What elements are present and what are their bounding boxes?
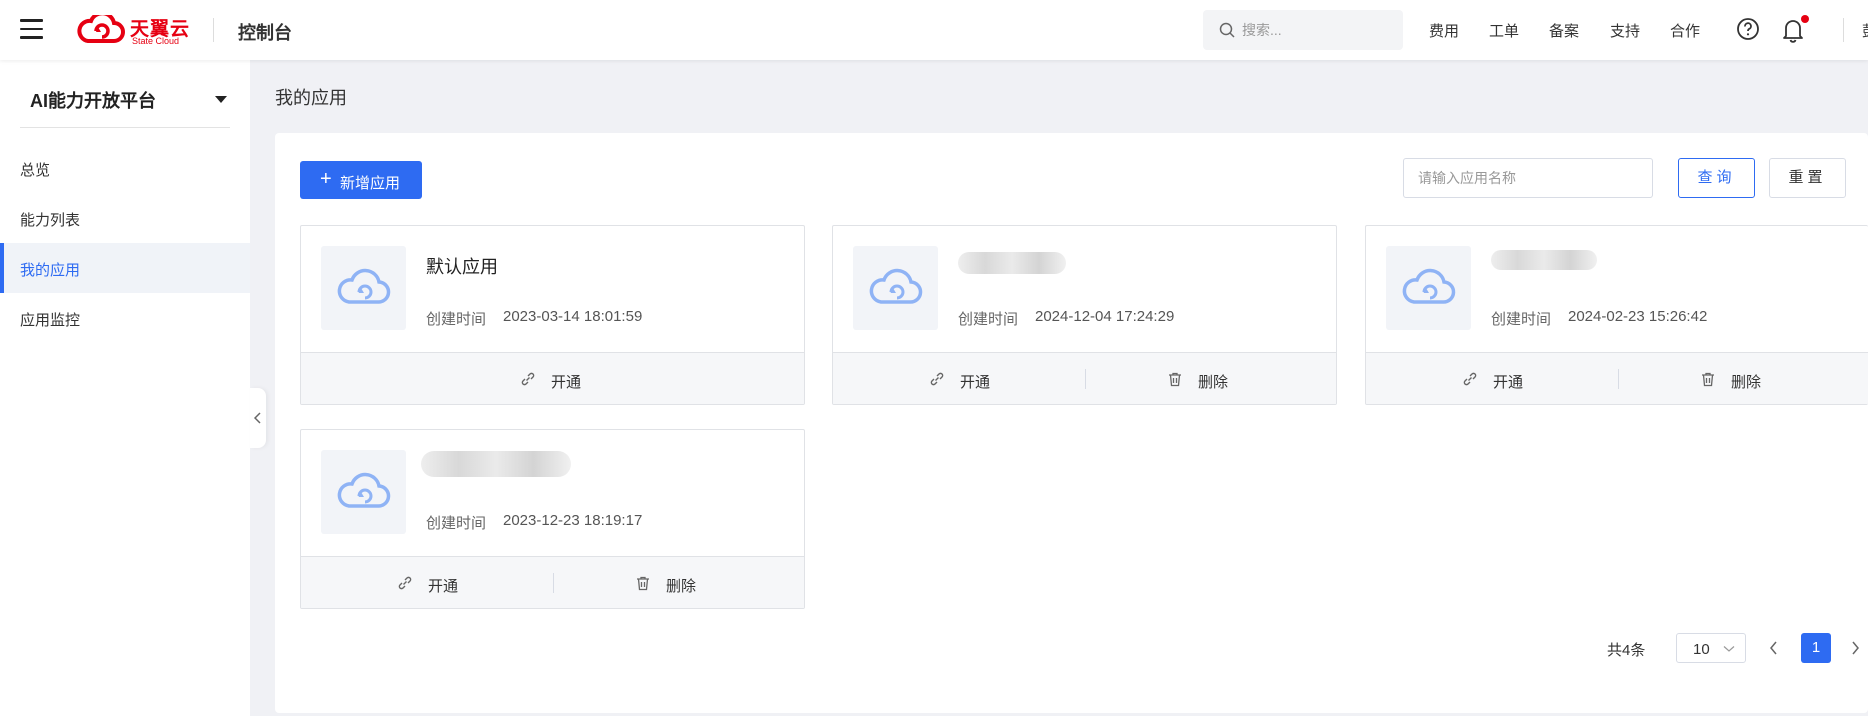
app-name-redacted <box>958 252 1066 274</box>
nav-fees[interactable]: 费用 <box>1429 20 1459 41</box>
delete-button[interactable]: 删除 <box>1619 353 1868 404</box>
caret-down-icon <box>215 96 227 103</box>
search-icon <box>1219 22 1235 38</box>
add-app-button[interactable]: + 新增应用 <box>300 161 422 199</box>
next-page-button[interactable] <box>1849 640 1861 656</box>
created-time: 2024-02-23 15:26:42 <box>1568 308 1708 325</box>
created-time-label: 创建时间 <box>426 515 487 532</box>
chevron-left-icon <box>253 412 261 424</box>
sidebar-item-my-apps[interactable]: 我的应用 <box>0 243 250 293</box>
sidebar-item-capabilities[interactable]: 能力列表 <box>0 193 250 243</box>
trash-icon <box>637 576 649 591</box>
app-thumbnail <box>321 246 406 330</box>
sidebar-collapse-toggle[interactable] <box>250 388 266 448</box>
created-time: 2023-12-23 18:19:17 <box>503 512 643 529</box>
sidebar-item-label: 总览 <box>20 162 51 179</box>
open-button[interactable]: 开通 <box>1366 353 1618 404</box>
open-label: 开通 <box>960 374 991 391</box>
page-size-value: 10 <box>1693 641 1710 658</box>
sidebar-item-monitoring[interactable]: 应用监控 <box>0 293 250 343</box>
created-time: 2023-03-14 18:01:59 <box>503 308 643 325</box>
link-icon <box>521 372 535 386</box>
sidebar-item-overview[interactable]: 总览 <box>0 143 250 193</box>
open-button[interactable]: 开通 <box>301 557 553 608</box>
cloud-refresh-icon <box>337 472 391 508</box>
cloud-refresh-icon <box>337 268 391 304</box>
card-actions: 开通 <box>301 352 804 404</box>
app-card: 创建时间 2023-12-23 18:19:17 开通 删除 <box>300 429 805 609</box>
query-button[interactable]: 查询 <box>1678 158 1755 198</box>
search-input[interactable] <box>1242 20 1392 40</box>
link-icon <box>930 372 944 386</box>
add-app-label: 新增应用 <box>340 175 401 192</box>
app-card: 创建时间 2024-12-04 17:24:29 开通 删除 <box>832 225 1337 405</box>
app-name-redacted <box>1491 250 1597 270</box>
cloud-refresh-icon <box>1402 268 1456 304</box>
open-label: 开通 <box>551 374 582 391</box>
delete-label: 删除 <box>1731 374 1762 391</box>
app-thumbnail <box>321 450 406 534</box>
app-thumbnail <box>853 246 938 330</box>
prev-page-button[interactable] <box>1768 640 1780 656</box>
cloud-logo-icon <box>77 15 125 43</box>
app-card: 创建时间 2024-02-23 15:26:42 开通 删除 <box>1365 225 1868 405</box>
created-time-label: 创建时间 <box>1491 311 1552 328</box>
console-title[interactable]: 控制台 <box>238 19 292 45</box>
app-thumbnail <box>1386 246 1471 330</box>
notification-dot <box>1801 15 1809 23</box>
page-title: 我的应用 <box>275 88 347 108</box>
user-menu[interactable]: 彭 <box>1862 20 1868 41</box>
open-label: 开通 <box>428 578 459 595</box>
logo[interactable]: 天翼云 State Cloud <box>76 12 194 48</box>
trash-icon <box>1169 372 1181 387</box>
plus-icon: + <box>320 168 332 190</box>
app-card: 默认应用 创建时间 2023-03-14 18:01:59 开通 <box>300 225 805 405</box>
content-panel <box>275 133 1868 713</box>
cloud-refresh-icon <box>869 268 923 304</box>
app-name-input[interactable] <box>1403 158 1653 198</box>
card-actions: 开通 删除 <box>833 352 1336 404</box>
header-divider <box>213 18 214 42</box>
global-search[interactable] <box>1203 10 1403 50</box>
header-divider <box>1843 18 1844 42</box>
delete-label: 删除 <box>1198 374 1229 391</box>
open-button[interactable]: 开通 <box>833 353 1085 404</box>
trash-icon <box>1702 372 1714 387</box>
top-header: 天翼云 State Cloud 控制台 费用 工单 备案 支持 合作 彭 <box>0 0 1868 60</box>
logo-subtext: State Cloud <box>132 36 180 46</box>
menu-icon[interactable] <box>20 19 44 41</box>
sidebar-item-label: 我的应用 <box>20 262 81 279</box>
card-actions: 开通 删除 <box>301 556 804 608</box>
delete-button[interactable]: 删除 <box>554 557 804 608</box>
page-number-current[interactable]: 1 <box>1801 633 1831 663</box>
sidebar: AI能力开放平台 总览 能力列表 我的应用 应用监控 <box>0 60 250 716</box>
app-name: 默认应用 <box>426 257 498 277</box>
total-count: 共4条 <box>1607 642 1646 659</box>
open-label: 开通 <box>1493 374 1524 391</box>
created-time-label: 创建时间 <box>426 311 487 328</box>
page-size-select[interactable]: 10 <box>1676 633 1746 663</box>
link-icon <box>1463 372 1477 386</box>
platform-name: AI能力开放平台 <box>30 91 156 111</box>
app-name-redacted <box>421 451 571 477</box>
platform-selector[interactable]: AI能力开放平台 <box>20 60 230 128</box>
reset-button[interactable]: 重置 <box>1769 158 1846 198</box>
chevron-down-icon <box>1723 646 1735 652</box>
created-time: 2024-12-04 17:24:29 <box>1035 308 1175 325</box>
delete-label: 删除 <box>666 578 697 595</box>
created-time-label: 创建时间 <box>958 311 1019 328</box>
open-button[interactable]: 开通 <box>301 353 804 404</box>
sidebar-item-label: 应用监控 <box>20 312 81 329</box>
card-actions: 开通 删除 <box>1366 352 1868 404</box>
delete-button[interactable]: 删除 <box>1086 353 1336 404</box>
nav-support[interactable]: 支持 <box>1610 20 1640 41</box>
nav-partner[interactable]: 合作 <box>1670 20 1700 41</box>
help-icon[interactable] <box>1736 17 1760 41</box>
sidebar-item-label: 能力列表 <box>20 212 81 229</box>
link-icon <box>398 576 412 590</box>
nav-filing[interactable]: 备案 <box>1549 20 1579 41</box>
nav-tickets[interactable]: 工单 <box>1489 20 1519 41</box>
